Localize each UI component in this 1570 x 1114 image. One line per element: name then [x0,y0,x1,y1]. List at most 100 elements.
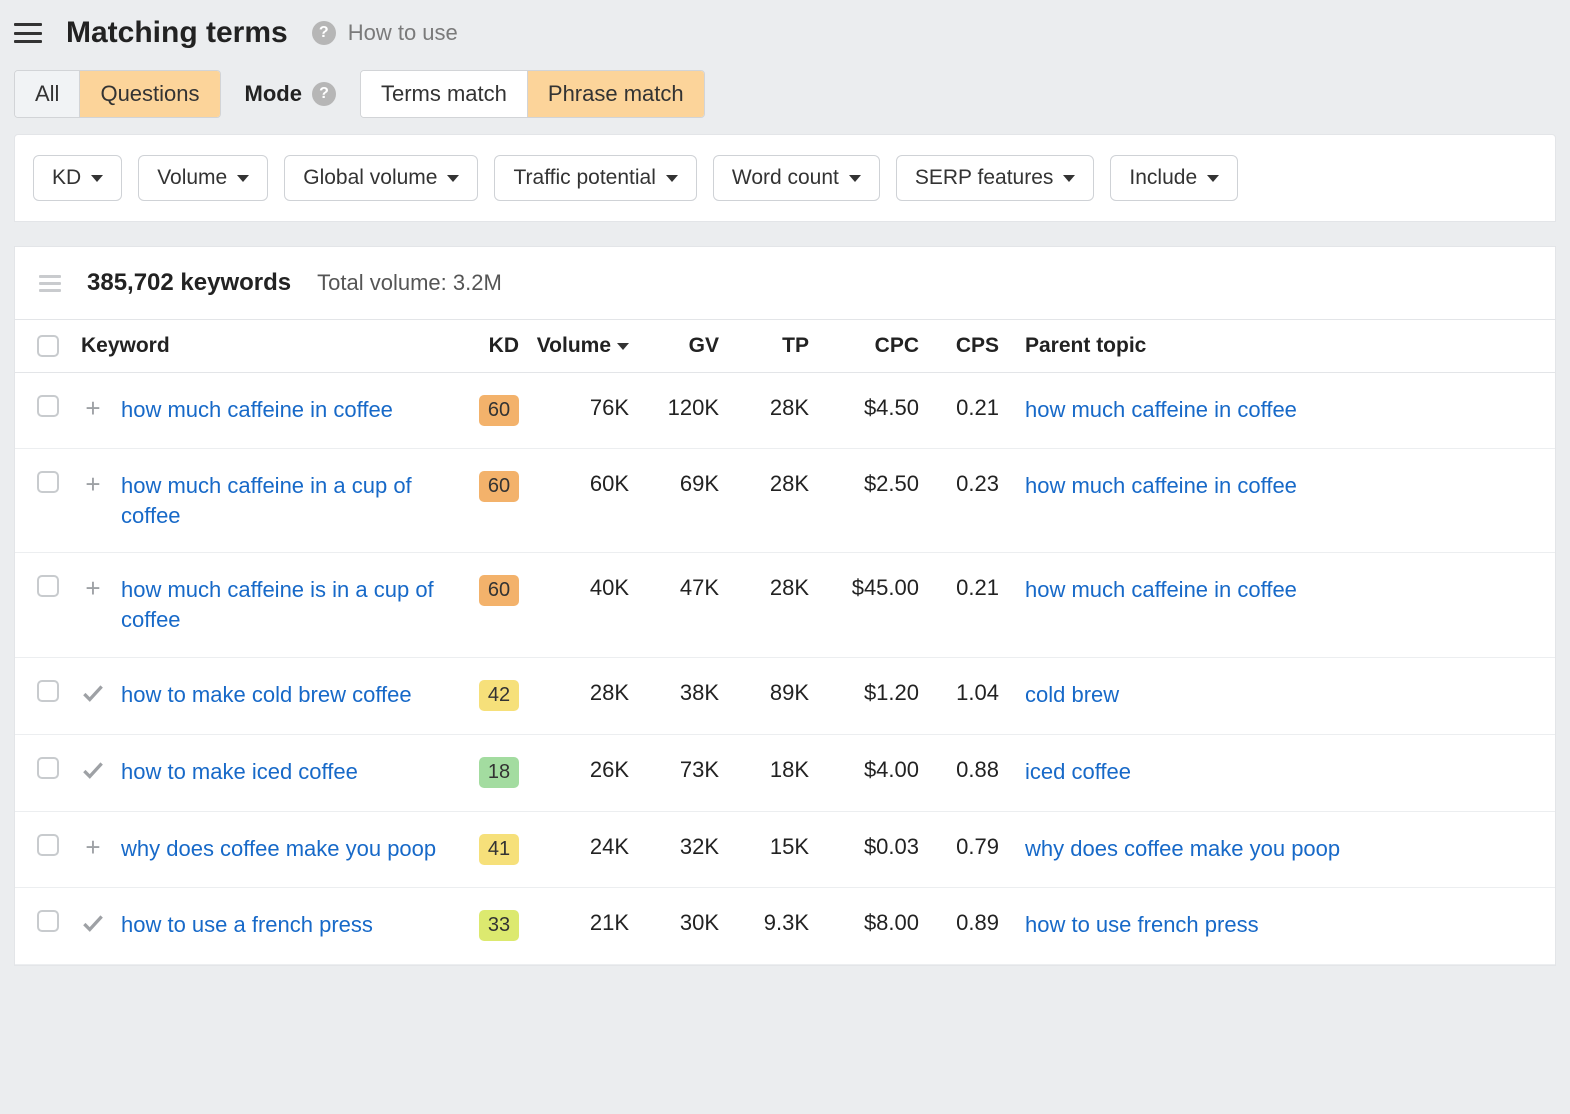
table-row: how to make cold brew coffee4228K38K89K$… [15,658,1555,735]
row-checkbox[interactable] [37,757,59,779]
total-volume: Total volume: 3.2M [317,270,502,296]
tab-all[interactable]: All [15,71,80,117]
table-row: + how much caffeine is in a cup of coffee… [15,553,1555,657]
checkmark-icon [81,680,105,712]
volume-value: 60K [590,471,629,496]
filter-global-volume[interactable]: Global volume [284,155,478,201]
row-checkbox[interactable] [37,680,59,702]
cps-value: 1.04 [956,680,999,705]
cps-value: 0.89 [956,910,999,935]
menu-icon[interactable] [14,23,42,43]
parent-topic-link[interactable]: how to use french press [1025,912,1259,937]
select-all-checkbox[interactable] [37,335,59,357]
col-cps[interactable]: CPS [925,334,1005,358]
chevron-down-icon [91,175,103,182]
gv-value: 30K [680,910,719,935]
row-checkbox[interactable] [37,834,59,856]
col-gv[interactable]: GV [635,334,725,358]
parent-topic-link[interactable]: iced coffee [1025,759,1131,784]
table-row: + how much caffeine in a cup of coffee 60 6… [15,449,1555,553]
col-parent-topic[interactable]: Parent topic [1005,334,1539,358]
filter-include[interactable]: Include [1110,155,1238,201]
filter-serp-features[interactable]: SERP features [896,155,1095,201]
keyword-count: 385,702 keywords [87,269,291,297]
tab-questions[interactable]: Questions [80,71,219,117]
tab-bar: All Questions Mode ? Terms match Phrase … [0,70,1570,134]
expand-plus-icon[interactable]: + [81,395,105,421]
keyword-link[interactable]: why does coffee make you poop [121,836,436,861]
col-kd[interactable]: KD [455,334,525,358]
mode-label: Mode ? [245,81,336,107]
row-checkbox[interactable] [37,575,59,597]
tp-value: 28K [770,471,809,496]
help-icon: ? [312,21,336,45]
row-checkbox[interactable] [37,395,59,417]
cpc-value: $4.00 [864,757,919,782]
cpc-value: $0.03 [864,834,919,859]
filters-panel: KD Volume Global volume Traffic potentia… [14,134,1556,222]
volume-value: 40K [590,575,629,600]
keyword-link[interactable]: how much caffeine in coffee [121,397,393,422]
tp-value: 15K [770,834,809,859]
gv-value: 32K [680,834,719,859]
kd-badge: 33 [479,910,519,941]
mode-segment: Terms match Phrase match [360,70,705,118]
kd-badge: 41 [479,834,519,865]
gv-value: 120K [668,395,719,420]
gv-value: 38K [680,680,719,705]
tab-phrase-match[interactable]: Phrase match [528,71,704,117]
tab-terms-match[interactable]: Terms match [361,71,528,117]
col-cpc[interactable]: CPC [815,334,925,358]
parent-topic-link[interactable]: how much caffeine in coffee [1025,473,1297,498]
volume-value: 24K [590,834,629,859]
col-volume[interactable]: Volume [525,334,635,358]
cps-value: 0.23 [956,471,999,496]
table-row: how to use a french press3321K30K9.3K$8.… [15,888,1555,965]
filter-kd[interactable]: KD [33,155,122,201]
help-icon[interactable]: ? [312,82,336,106]
keyword-link[interactable]: how to make iced coffee [121,759,358,784]
table-row: +how much caffeine in coffee6076K120K28K… [15,373,1555,449]
tp-value: 28K [770,395,809,420]
table-header: Keyword KD Volume GV TP CPC CPS Parent t… [15,319,1555,373]
kd-badge: 18 [479,757,519,788]
cps-value: 0.21 [956,395,999,420]
volume-value: 76K [590,395,629,420]
parent-topic-link[interactable]: how much caffeine in coffee [1025,397,1297,422]
checkmark-icon [81,910,105,942]
chevron-down-icon [1207,175,1219,182]
col-keyword[interactable]: Keyword [75,334,455,358]
chevron-down-icon [1063,175,1075,182]
parent-topic-link[interactable]: how much caffeine in coffee [1025,577,1297,602]
cpc-value: $4.50 [864,395,919,420]
row-checkbox[interactable] [37,910,59,932]
how-to-use-link[interactable]: ? How to use [312,20,458,46]
keyword-link[interactable]: how to make cold brew coffee [121,682,412,707]
parent-topic-link[interactable]: cold brew [1025,682,1119,707]
kd-badge: 60 [479,575,519,606]
kd-badge: 60 [479,471,519,502]
table-row: how to make iced coffee1826K73K18K$4.000… [15,735,1555,812]
row-checkbox[interactable] [37,471,59,493]
list-options-icon[interactable] [39,275,61,292]
summary-bar: 385,702 keywords Total volume: 3.2M [14,246,1556,319]
parent-topic-link[interactable]: why does coffee make you poop [1025,836,1340,861]
type-segment: All Questions [14,70,221,118]
expand-plus-icon[interactable]: + [81,575,105,601]
checkmark-icon [81,757,105,789]
expand-plus-icon[interactable]: + [81,471,105,497]
cps-value: 0.88 [956,757,999,782]
tp-value: 9.3K [764,910,809,935]
gv-value: 73K [680,757,719,782]
keyword-link[interactable]: how much caffeine in a cup of coffee [121,473,412,528]
chevron-down-icon [666,175,678,182]
filter-traffic-potential[interactable]: Traffic potential [494,155,696,201]
cpc-value: $1.20 [864,680,919,705]
keyword-link[interactable]: how much caffeine is in a cup of coffee [121,577,434,632]
filter-word-count[interactable]: Word count [713,155,880,201]
expand-plus-icon[interactable]: + [81,834,105,860]
col-tp[interactable]: TP [725,334,815,358]
page-title: Matching terms [66,16,288,50]
keyword-link[interactable]: how to use a french press [121,912,373,937]
filter-volume[interactable]: Volume [138,155,268,201]
